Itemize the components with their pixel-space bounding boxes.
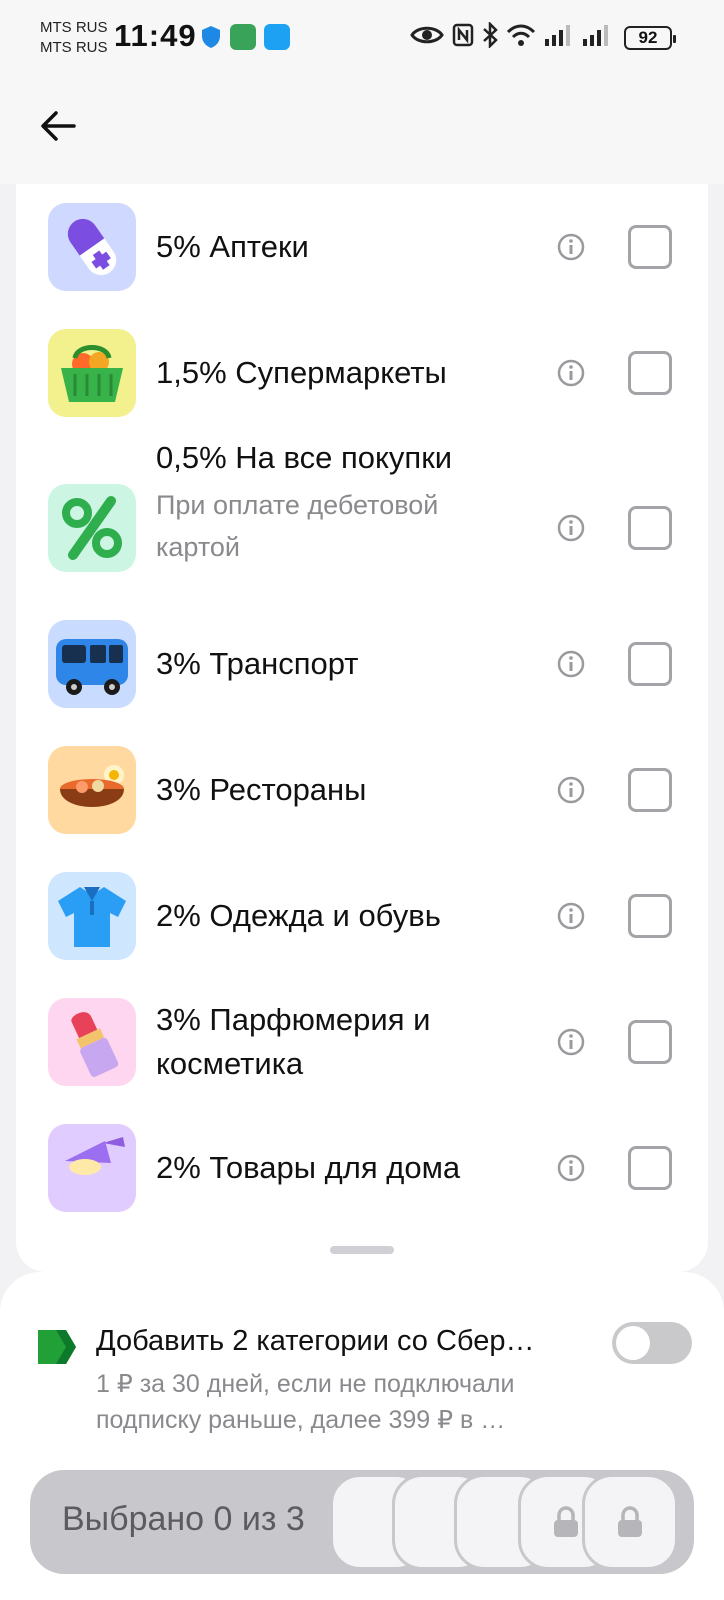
checkbox[interactable]	[628, 768, 672, 812]
checkbox[interactable]	[628, 1146, 672, 1190]
pill-icon	[48, 203, 136, 291]
item-title: 0,5% На все покупки	[156, 440, 453, 475]
status-bar: MTS RUS MTS RUS 11:49 92	[0, 0, 724, 78]
checkbox[interactable]	[628, 506, 672, 550]
info-icon[interactable]	[556, 232, 586, 262]
bluetooth-icon	[483, 22, 498, 48]
list-item[interactable]: 0,5% На все покупки При оплате дебетовой…	[16, 436, 708, 620]
carrier-1: MTS RUS	[40, 19, 108, 36]
toggle-knob	[616, 1326, 650, 1360]
shield-icon	[202, 26, 220, 48]
bus-icon	[48, 620, 136, 708]
promo-toggle[interactable]	[612, 1322, 692, 1364]
list-item[interactable]: 3% Рестораны	[16, 746, 708, 872]
nfc-icon	[452, 23, 474, 47]
page-header	[0, 78, 724, 184]
signal-icon-1	[545, 25, 570, 46]
signal-icon-2	[583, 25, 608, 46]
battery-indicator: 92	[624, 26, 676, 50]
list-item[interactable]: 2% Товары для дома	[16, 1124, 708, 1250]
item-title: 5% Аптеки	[156, 229, 309, 264]
soup-bowl-icon	[48, 746, 136, 834]
list-item[interactable]: 2% Одежда и обувь	[16, 872, 708, 998]
promo-desc-line-2: подписку раньше, далее 399 ₽ в …	[96, 1406, 506, 1434]
list-item[interactable]: 1,5% Супермаркеты	[16, 310, 708, 436]
back-button[interactable]	[36, 104, 80, 148]
grocery-basket-icon	[48, 329, 136, 417]
checkbox[interactable]	[628, 894, 672, 938]
info-icon[interactable]	[556, 901, 586, 931]
item-title: 2% Одежда и обувь	[156, 898, 441, 933]
selection-button[interactable]: Выбрано 0 из 3	[30, 1470, 694, 1574]
arrow-left-icon	[41, 111, 76, 141]
selection-label: Выбрано 0 из 3	[62, 1500, 305, 1538]
info-icon[interactable]	[556, 775, 586, 805]
desk-lamp-icon	[48, 1124, 136, 1212]
item-subtitle: При оплате дебетовой картой	[156, 490, 439, 562]
clock: 11:49	[114, 18, 197, 53]
lock-icon	[554, 1506, 578, 1537]
checkbox[interactable]	[628, 225, 672, 269]
item-title: 3% Рестораны	[156, 772, 367, 807]
carrier-names: MTS RUS MTS RUS	[40, 18, 108, 58]
checkbox[interactable]	[628, 1020, 672, 1064]
bottom-sheet: Добавить 2 категории со Сбер… 1 ₽ за 30 …	[0, 1272, 724, 1600]
info-icon[interactable]	[556, 1027, 586, 1057]
carrier-2: MTS RUS	[40, 39, 108, 56]
info-icon[interactable]	[556, 1153, 586, 1183]
list-item[interactable]: 5% Аптеки	[16, 184, 708, 310]
item-title: 1,5% Супермаркеты	[156, 355, 447, 390]
checkbox[interactable]	[628, 351, 672, 395]
game-app-icon	[230, 24, 256, 50]
promo-description: 1 ₽ за 30 дней, если не подключали подпи…	[96, 1366, 596, 1438]
list-item[interactable]: 3% Парфюмерия и косметика	[16, 998, 708, 1124]
lipstick-icon	[48, 998, 136, 1086]
eye-icon	[410, 26, 444, 44]
polo-shirt-icon	[48, 872, 136, 960]
promo-title: Добавить 2 категории со Сбер…	[96, 1325, 535, 1357]
notification-icons	[200, 24, 290, 50]
item-title: 3% Транспорт	[156, 646, 359, 681]
wifi-icon	[506, 24, 536, 46]
list-item[interactable]: 3% Транспорт	[16, 620, 708, 746]
checkbox[interactable]	[628, 642, 672, 686]
info-icon[interactable]	[556, 358, 586, 388]
category-list: 5% Аптеки 1,5% Супермаркеты 0,5% На все …	[16, 184, 708, 1272]
info-icon[interactable]	[556, 513, 586, 543]
messenger-app-icon	[264, 24, 290, 50]
promo-desc-line-1: 1 ₽ за 30 дней, если не подключали	[96, 1370, 515, 1398]
item-title: 2% Товары для дома	[156, 1150, 461, 1185]
system-icons	[410, 22, 612, 48]
selection-slot-locked	[582, 1474, 678, 1570]
info-icon[interactable]	[556, 649, 586, 679]
percent-icon	[48, 484, 136, 572]
lock-icon	[618, 1506, 642, 1537]
item-title: 3% Парфюмерия и косметика	[156, 1002, 431, 1081]
scroll-handle[interactable]	[330, 1246, 394, 1254]
sber-logo-icon	[38, 1330, 76, 1364]
